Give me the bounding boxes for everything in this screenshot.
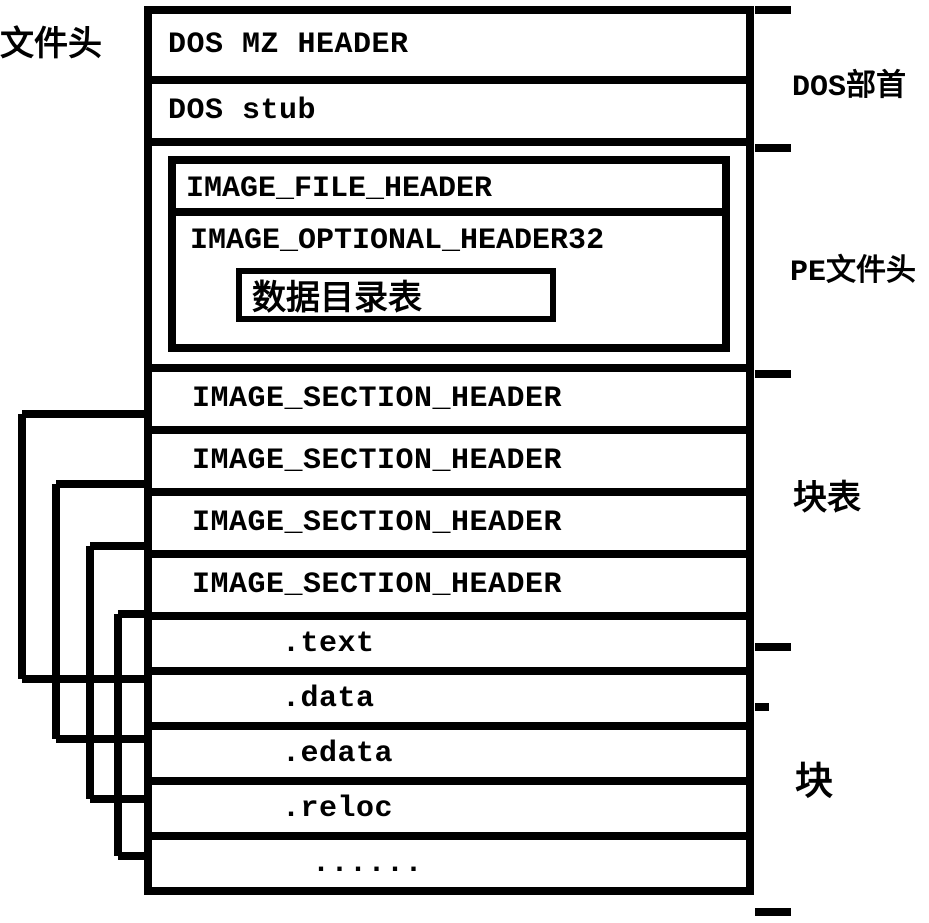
row-section-reloc: .reloc (152, 777, 746, 832)
label-section-table: 块表 (793, 470, 861, 520)
label-section-more: ...... (312, 847, 423, 881)
label-section-text: .text (282, 627, 375, 661)
row-image-optional-header: IMAGE_OPTIONAL_HEADER32 数据目录表 (176, 208, 722, 322)
label-section-header-1: IMAGE_SECTION_HEADER (192, 444, 562, 478)
label-section-data: .data (282, 682, 375, 716)
row-dos-stub: DOS stub (152, 76, 746, 138)
row-dos-mz-header: DOS MZ HEADER (152, 14, 746, 76)
tick (755, 144, 791, 152)
pe-inner-box: IMAGE_FILE_HEADER IMAGE_OPTIONAL_HEADER3… (168, 156, 730, 352)
label-section-reloc: .reloc (282, 792, 393, 826)
label-dos-stub: DOS stub (168, 94, 316, 128)
tick (755, 908, 791, 916)
row-section-header-2: IMAGE_SECTION_HEADER (152, 488, 746, 550)
tick (755, 6, 791, 14)
label-image-file-header: IMAGE_FILE_HEADER (186, 172, 492, 206)
label-pe-head: PE文件头 (790, 245, 916, 290)
tick (755, 703, 769, 711)
label-section-edata: .edata (282, 737, 393, 771)
row-section-header-3: IMAGE_SECTION_HEADER (152, 550, 746, 612)
row-section-more: ...... (152, 832, 746, 887)
row-section-header-0: IMAGE_SECTION_HEADER (152, 364, 746, 426)
tick (755, 643, 791, 651)
label-sections: 块 (795, 750, 833, 806)
label-image-optional-header: IMAGE_OPTIONAL_HEADER32 (190, 224, 604, 258)
label-data-dir: 数据目录表 (252, 270, 422, 320)
data-directory-box: 数据目录表 (236, 268, 556, 322)
row-pe-file-header: IMAGE_FILE_HEADER IMAGE_OPTIONAL_HEADER3… (152, 138, 746, 364)
label-dos-mz: DOS MZ HEADER (168, 28, 409, 62)
row-section-edata: .edata (152, 722, 746, 777)
label-section-header-3: IMAGE_SECTION_HEADER (192, 568, 562, 602)
label-section-header-2: IMAGE_SECTION_HEADER (192, 506, 562, 540)
label-section-header-0: IMAGE_SECTION_HEADER (192, 382, 562, 416)
label-file-header: 文件头 (0, 16, 102, 66)
row-section-header-1: IMAGE_SECTION_HEADER (152, 426, 746, 488)
pe-structure-table: DOS MZ HEADER DOS stub IMAGE_FILE_HEADER… (144, 6, 754, 895)
tick (755, 370, 791, 378)
label-dos-head: DOS部首 (792, 60, 906, 105)
row-image-file-header: IMAGE_FILE_HEADER (176, 164, 722, 208)
row-section-text: .text (152, 612, 746, 667)
pe-file-structure-diagram: DOS MZ HEADER DOS stub IMAGE_FILE_HEADER… (0, 0, 929, 923)
row-section-data: .data (152, 667, 746, 722)
